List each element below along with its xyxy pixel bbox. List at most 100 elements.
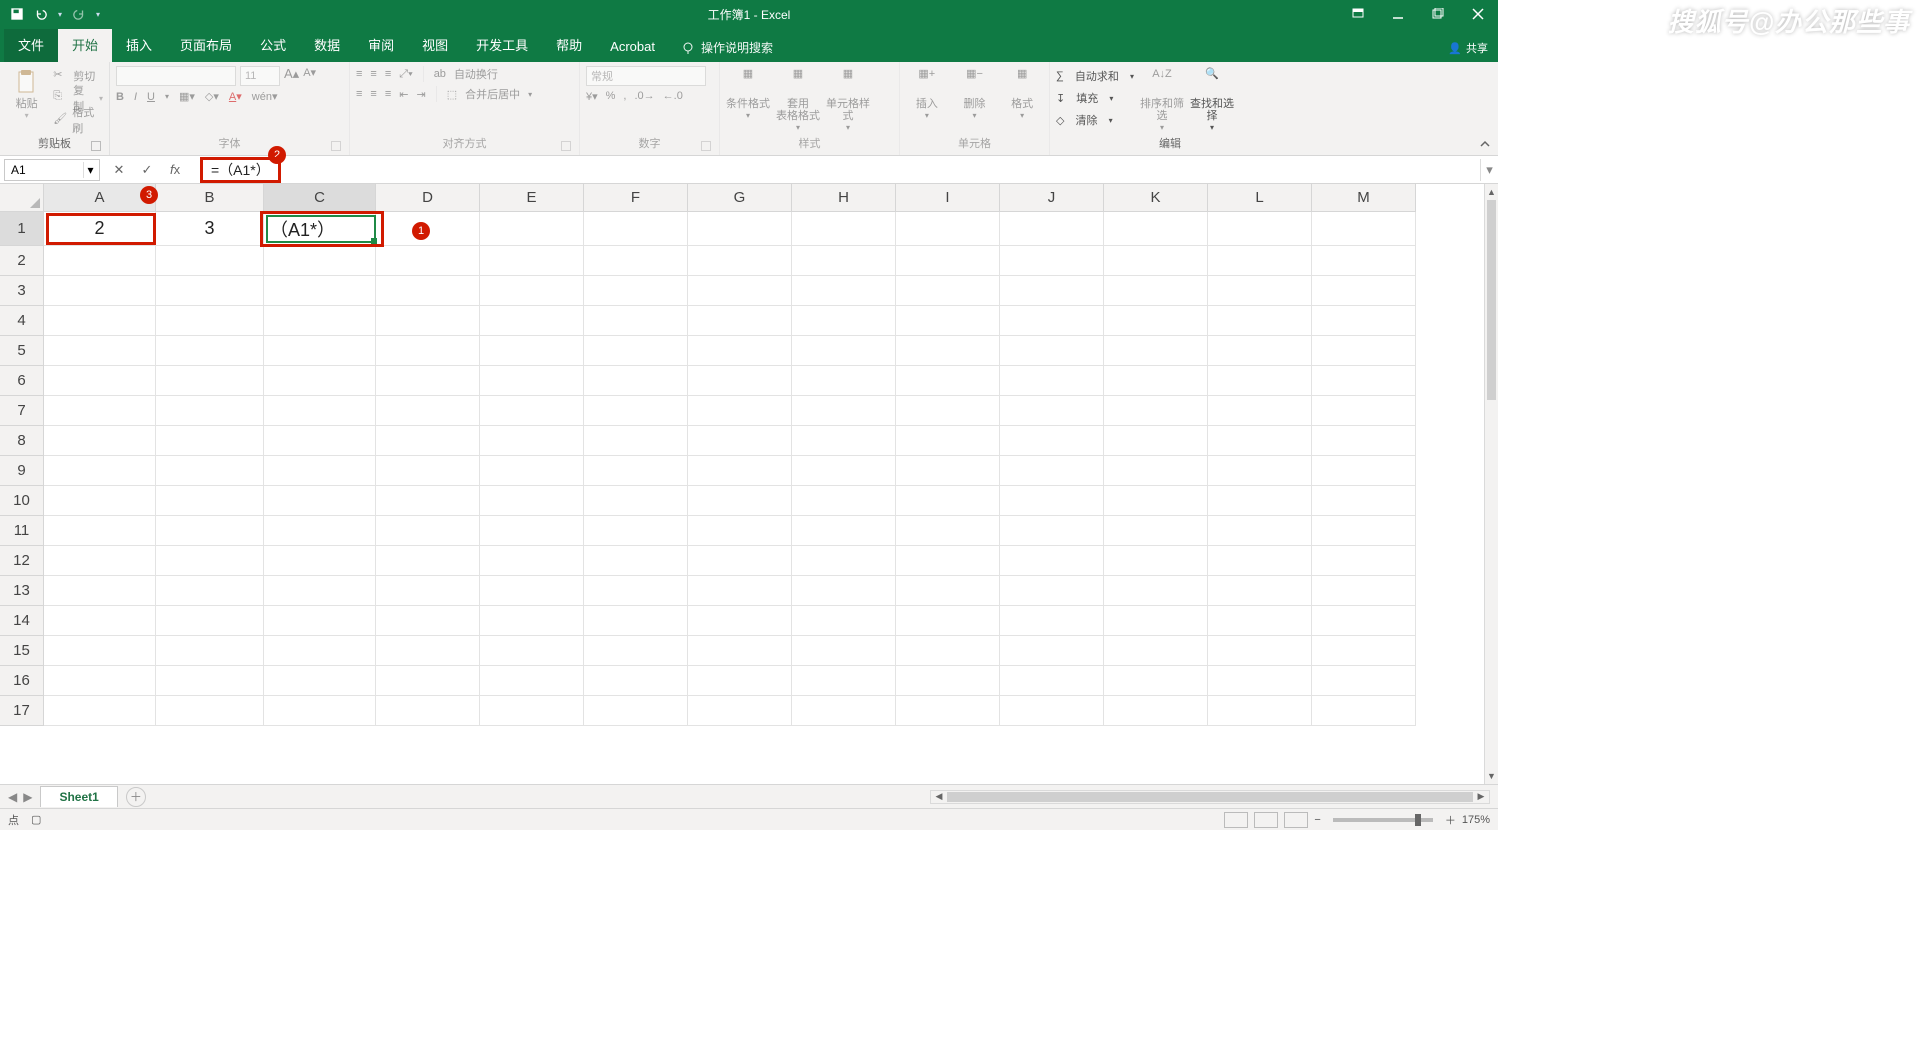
tab-view[interactable]: 视图 (408, 29, 462, 62)
cell-E2[interactable] (480, 246, 584, 276)
cell-F15[interactable] (584, 636, 688, 666)
row-header-9[interactable]: 9 (0, 456, 44, 486)
cell-L2[interactable] (1208, 246, 1312, 276)
cell-B11[interactable] (156, 516, 264, 546)
cell-G11[interactable] (688, 516, 792, 546)
col-header-D[interactable]: D (376, 184, 480, 212)
cell-J4[interactable] (1000, 306, 1104, 336)
cell-styles-button[interactable]: ▦单元格样式▾ (826, 66, 870, 133)
cell-F7[interactable] (584, 396, 688, 426)
row-header-13[interactable]: 13 (0, 576, 44, 606)
currency-icon[interactable]: ¥▾ (586, 90, 598, 103)
cell-K6[interactable] (1104, 366, 1208, 396)
cell-I7[interactable] (896, 396, 1000, 426)
collapse-ribbon-icon[interactable] (1478, 137, 1492, 151)
cell-D6[interactable] (376, 366, 480, 396)
row-header-2[interactable]: 2 (0, 246, 44, 276)
tab-data[interactable]: 数据 (300, 29, 354, 62)
orientation-icon[interactable]: ⤢▾ (399, 68, 412, 81)
sheet-tab-active[interactable]: Sheet1 (40, 786, 117, 807)
dialog-launcher-icon[interactable] (91, 141, 101, 151)
cell-M3[interactable] (1312, 276, 1416, 306)
cell-C7[interactable] (264, 396, 376, 426)
cell-D16[interactable] (376, 666, 480, 696)
sheet-prev-icon[interactable]: ◀ (8, 790, 17, 804)
cell-E9[interactable] (480, 456, 584, 486)
cell-M14[interactable] (1312, 606, 1416, 636)
cell-K15[interactable] (1104, 636, 1208, 666)
cell-B2[interactable] (156, 246, 264, 276)
scroll-right-icon[interactable]: ▶ (1473, 791, 1489, 803)
format-as-table-button[interactable]: ▦套用 表格格式▾ (776, 66, 820, 133)
cell-M7[interactable] (1312, 396, 1416, 426)
cell-M13[interactable] (1312, 576, 1416, 606)
col-header-F[interactable]: F (584, 184, 688, 212)
find-select-button[interactable]: 🔍查找和选择▾ (1190, 66, 1234, 133)
decrease-decimal-icon[interactable]: ←.0 (663, 90, 683, 103)
cell-G12[interactable] (688, 546, 792, 576)
tab-file[interactable]: 文件 (4, 29, 58, 62)
cell-A14[interactable] (44, 606, 156, 636)
cell-L11[interactable] (1208, 516, 1312, 546)
cell-L12[interactable] (1208, 546, 1312, 576)
redo-icon[interactable] (72, 7, 86, 21)
cell-J11[interactable] (1000, 516, 1104, 546)
cell-C1[interactable]: （A1*） (264, 212, 376, 246)
fx-icon[interactable]: fx (166, 162, 184, 177)
save-icon[interactable] (10, 7, 24, 21)
conditional-format-button[interactable]: ▦条件格式▾ (726, 66, 770, 121)
cell-G10[interactable] (688, 486, 792, 516)
cell-C10[interactable] (264, 486, 376, 516)
tell-me[interactable]: 操作说明搜索 (669, 33, 785, 62)
cell-H14[interactable] (792, 606, 896, 636)
cell-B4[interactable] (156, 306, 264, 336)
cell-J10[interactable] (1000, 486, 1104, 516)
cell-I17[interactable] (896, 696, 1000, 726)
cell-K12[interactable] (1104, 546, 1208, 576)
col-header-G[interactable]: G (688, 184, 792, 212)
align-right-icon[interactable]: ≡ (385, 88, 391, 100)
cell-I10[interactable] (896, 486, 1000, 516)
select-all-corner[interactable] (0, 184, 44, 212)
font-name-select[interactable] (116, 66, 236, 86)
cell-H8[interactable] (792, 426, 896, 456)
cell-I2[interactable] (896, 246, 1000, 276)
cell-D2[interactable] (376, 246, 480, 276)
cell-K13[interactable] (1104, 576, 1208, 606)
cell-B15[interactable] (156, 636, 264, 666)
row-header-12[interactable]: 12 (0, 546, 44, 576)
cell-I1[interactable] (896, 212, 1000, 246)
cell-G5[interactable] (688, 336, 792, 366)
cell-F1[interactable] (584, 212, 688, 246)
merge-button[interactable]: ⬚ (447, 88, 457, 101)
col-header-J[interactable]: J (1000, 184, 1104, 212)
align-top-icon[interactable]: ≡ (356, 68, 362, 80)
cell-I12[interactable] (896, 546, 1000, 576)
cell-L14[interactable] (1208, 606, 1312, 636)
row-header-16[interactable]: 16 (0, 666, 44, 696)
cell-F2[interactable] (584, 246, 688, 276)
indent-increase-icon[interactable]: ⇥ (416, 88, 425, 101)
cell-D17[interactable] (376, 696, 480, 726)
cell-M9[interactable] (1312, 456, 1416, 486)
ribbon-options-icon[interactable] (1338, 0, 1378, 28)
minimize-icon[interactable] (1378, 0, 1418, 28)
cell-K17[interactable] (1104, 696, 1208, 726)
format-painter-button[interactable]: 🖌格式刷 (53, 110, 103, 130)
col-header-K[interactable]: K (1104, 184, 1208, 212)
cell-H6[interactable] (792, 366, 896, 396)
cell-L15[interactable] (1208, 636, 1312, 666)
cell-J2[interactable] (1000, 246, 1104, 276)
macro-record-icon[interactable]: ▢ (31, 813, 41, 826)
fill-button[interactable]: ↧ 填充 ▾ (1056, 88, 1134, 108)
cell-C15[interactable] (264, 636, 376, 666)
cell-M5[interactable] (1312, 336, 1416, 366)
cell-E7[interactable] (480, 396, 584, 426)
formula-input[interactable]: =（A1*） (194, 157, 1480, 183)
cell-G1[interactable] (688, 212, 792, 246)
cell-B12[interactable] (156, 546, 264, 576)
cell-D5[interactable] (376, 336, 480, 366)
cell-B1[interactable]: 3 (156, 212, 264, 246)
cell-F4[interactable] (584, 306, 688, 336)
cell-C14[interactable] (264, 606, 376, 636)
